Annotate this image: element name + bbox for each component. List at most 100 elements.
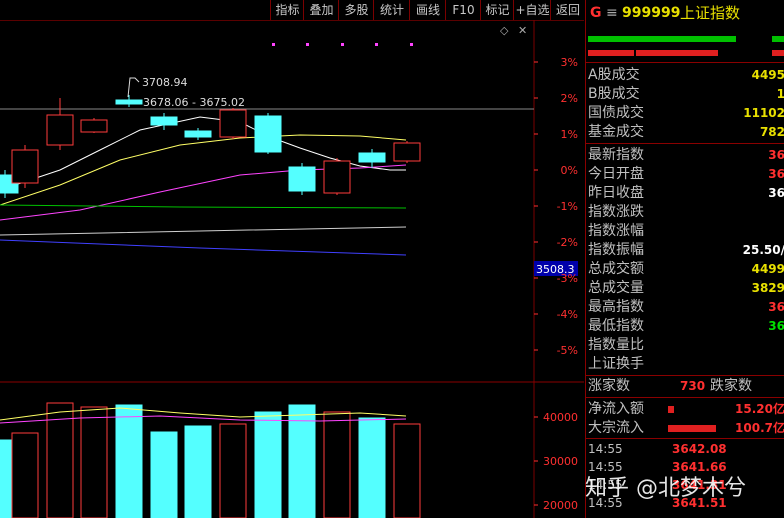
- signal-dot: [375, 43, 378, 46]
- index_info-label: 指数振幅: [588, 242, 644, 258]
- candle-body[interactable]: [80, 119, 108, 133]
- pct-tick-label: 1%: [561, 128, 578, 141]
- flows-label: 净流入额: [588, 401, 644, 417]
- stock-name: 上证指数: [680, 4, 741, 22]
- candle-body[interactable]: [46, 114, 74, 146]
- volume-bar[interactable]: [115, 404, 143, 518]
- kline-svg[interactable]: ◇ ✕ 3708.94 3678.06 - 3675.02 3508.3 3%2…: [0, 20, 584, 518]
- index_info-row: 指数量比: [588, 336, 784, 355]
- candle-body[interactable]: [358, 152, 386, 163]
- toolbar-button-6[interactable]: 标记: [480, 0, 514, 20]
- index_info-label: 最高指数: [588, 299, 644, 315]
- flows-value: 15.20亿: [735, 402, 784, 416]
- pct-tick-label: -3%: [557, 272, 578, 285]
- index_info-value: 36: [768, 148, 784, 162]
- diamond-icon[interactable]: ◇: [500, 24, 509, 37]
- stats-value: 1: [776, 87, 784, 101]
- toolbar-button-8[interactable]: 返回: [550, 0, 585, 20]
- index_info-row: 昨日收盘 36: [588, 184, 784, 203]
- toolbar-button-2[interactable]: 多股: [338, 0, 374, 20]
- volume-bar[interactable]: [323, 411, 351, 518]
- down-label: 跌家数: [710, 378, 752, 394]
- stats-label: B股成交: [588, 86, 640, 102]
- index_info-value: 4499: [751, 262, 784, 276]
- stock-prefix: G: [590, 5, 602, 21]
- flow-bar: [668, 425, 716, 432]
- index_info-label: 指数涨幅: [588, 223, 644, 239]
- candle-body[interactable]: [323, 160, 351, 194]
- up-count: 730: [680, 379, 706, 393]
- tick-row: 14:55 3642.08: [588, 441, 784, 458]
- stats-label: A股成交: [588, 67, 640, 83]
- stats-label: 基金成交: [588, 124, 644, 140]
- toolbar: 指标 叠加 多股 统计 画线 F10 标记 +自选 返回: [0, 0, 584, 21]
- candle-body[interactable]: [11, 149, 39, 184]
- flow-bar: [668, 406, 674, 413]
- volume-bar[interactable]: [80, 406, 108, 518]
- candle-body[interactable]: [184, 130, 212, 138]
- vol-tick-label: 20000: [543, 499, 578, 512]
- breadth-bar-red-2: [636, 50, 718, 56]
- volume-bar[interactable]: [393, 423, 421, 518]
- watermark: 知乎 @北梦木兮: [585, 476, 746, 501]
- pct-tick-label: -2%: [557, 236, 578, 249]
- index_info-label: 今日开盘: [588, 166, 644, 182]
- flows-label: 大宗流入: [588, 420, 644, 436]
- breadth-bar-green: [588, 36, 736, 42]
- index_info-row: 指数涨跌: [588, 203, 784, 222]
- toolbar-button-5[interactable]: F10: [445, 0, 481, 20]
- index_info-value: 36: [768, 319, 784, 333]
- vol-tick-label: 40000: [543, 411, 578, 424]
- signal-dot: [306, 43, 309, 46]
- tick-price: 3642.08: [672, 442, 727, 456]
- index_info-label: 最新指数: [588, 147, 644, 163]
- index_info-row: 指数涨幅: [588, 222, 784, 241]
- breadth-row: 涨家数 730 跌家数: [588, 377, 784, 396]
- pct-tick-label: -1%: [557, 200, 578, 213]
- index_info-value: 36: [768, 300, 784, 314]
- candle-body[interactable]: [115, 99, 143, 105]
- candle-body[interactable]: [219, 109, 247, 138]
- flows-row: 净流入额 15.20亿: [588, 400, 784, 419]
- volume-bar[interactable]: [358, 417, 386, 518]
- menu-icon[interactable]: ≡: [606, 0, 618, 26]
- kline-chart[interactable]: ◇ ✕ 3708.94 3678.06 - 3675.02 3508.3 3% 2…: [0, 20, 584, 518]
- ma120-line: [0, 226, 407, 236]
- toolbar-button-3[interactable]: 统计: [373, 0, 410, 20]
- volume-bar[interactable]: [150, 431, 178, 518]
- toolbar-button-7[interactable]: +自选: [513, 0, 551, 20]
- pct-tick-label: -4%: [557, 308, 578, 321]
- signal-dot: [341, 43, 344, 46]
- index_info-row: 总成交额 4499: [588, 260, 784, 279]
- index_info-row: 最低指数 36: [588, 317, 784, 336]
- volume-bar[interactable]: [11, 432, 39, 518]
- close-icon[interactable]: ✕: [518, 24, 527, 37]
- stock-header: G ≡ 999999 上证指数: [586, 0, 784, 26]
- toolbar-button-0[interactable]: 指标: [270, 0, 304, 20]
- index_info-value: 3829: [751, 281, 784, 295]
- toolbar-button-1[interactable]: 叠加: [303, 0, 339, 20]
- index_info-value: 36: [768, 186, 784, 200]
- up-label: 涨家数: [588, 378, 630, 394]
- volume-bar[interactable]: [254, 411, 282, 518]
- candle-body[interactable]: [393, 142, 421, 162]
- index_info-row: 指数振幅 25.50/: [588, 241, 784, 260]
- high-marker: [127, 77, 140, 98]
- breadth-bar-green-2: [772, 36, 784, 42]
- range-label: 3678.06 - 3675.02: [143, 96, 245, 109]
- index_info-row: 总成交量 3829: [588, 279, 784, 298]
- volume-bar[interactable]: [184, 425, 212, 518]
- volume-bar[interactable]: [288, 404, 316, 518]
- candle-body[interactable]: [254, 115, 282, 153]
- volume-bar[interactable]: [219, 423, 247, 518]
- index_info-row: 上证换手: [588, 355, 784, 374]
- vol-tick-label: 30000: [543, 455, 578, 468]
- candle-body[interactable]: [288, 166, 316, 192]
- ma60-line: [0, 204, 407, 209]
- toolbar-button-4[interactable]: 画线: [409, 0, 446, 20]
- stats-row: 国债成交 11102: [588, 104, 784, 123]
- flows-value: 100.7亿: [735, 421, 784, 435]
- stats-value: 4495: [751, 68, 784, 82]
- index_info-label: 上证换手: [588, 356, 644, 372]
- candle-body[interactable]: [150, 116, 178, 126]
